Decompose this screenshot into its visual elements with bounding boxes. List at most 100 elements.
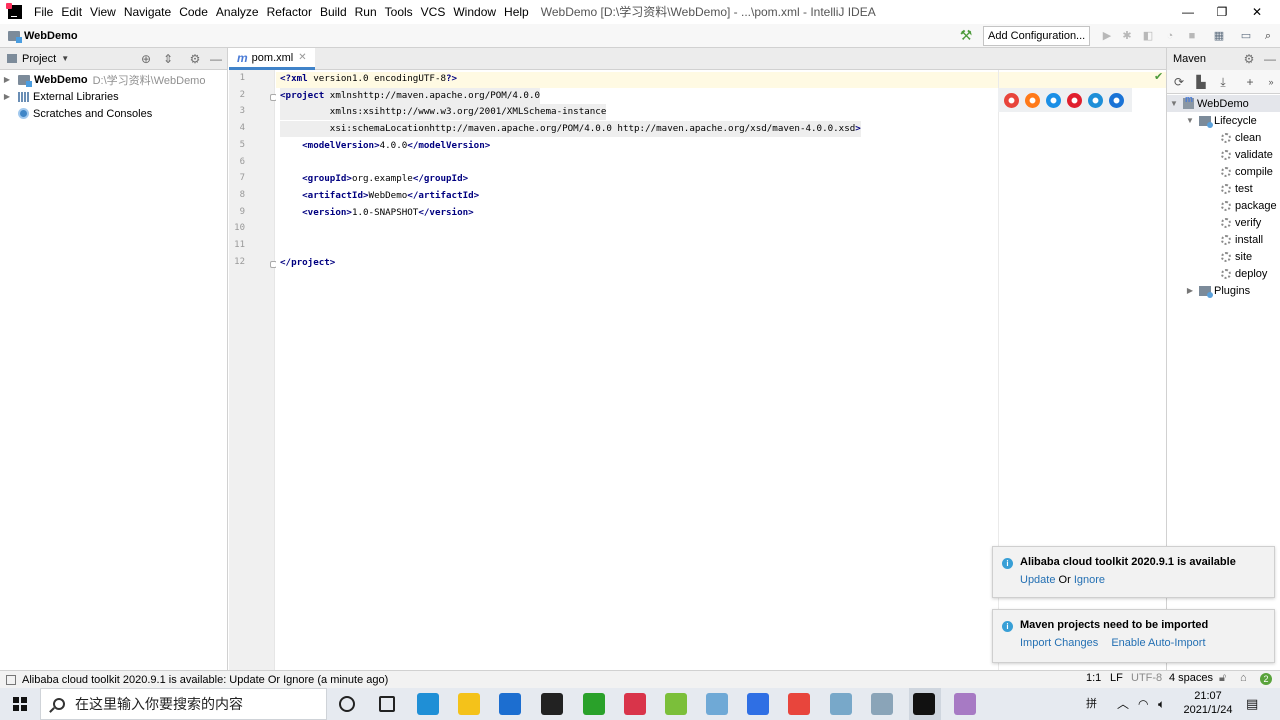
code-line[interactable]: <modelVersion>4.0.0</modelVersion> (280, 138, 490, 154)
gear-icon[interactable]: ⚙ (187, 51, 203, 67)
lock-icon[interactable]: 🔓︎ (1219, 672, 1226, 685)
close-icon[interactable]: ✕ (1234, 0, 1280, 24)
ime-indicator[interactable]: 拼 (1086, 688, 1097, 720)
menu-run[interactable]: Run (351, 0, 381, 24)
volume-icon[interactable]: 🔈︎ (1158, 688, 1165, 720)
maven-plugins[interactable]: ▶ Plugins (1167, 282, 1280, 299)
chrome-icon[interactable] (1004, 92, 1019, 108)
enable-auto-import-link[interactable]: Enable Auto-Import (1111, 637, 1205, 649)
profile-icon[interactable]: ◔ (1161, 27, 1179, 45)
close-tab-icon[interactable]: ✕ (298, 52, 306, 63)
gear-icon[interactable]: ⚙ (1241, 51, 1257, 67)
layout-icon[interactable]: ▭ (1237, 27, 1255, 45)
menu-navigate[interactable]: Navigate (120, 0, 175, 24)
maven-goal-site[interactable]: site (1167, 248, 1280, 265)
hide-panel-icon[interactable]: — (1262, 51, 1278, 67)
project-structure-icon[interactable]: ▦ (1210, 27, 1228, 45)
maven-project-webdemo[interactable]: ▼ WebDemo (1167, 94, 1280, 112)
system-clock[interactable]: 21:07 2021/1/24 (1178, 689, 1238, 717)
menu-refactor[interactable]: Refactor (263, 0, 316, 24)
app-13-icon[interactable] (871, 693, 893, 715)
ignore-link[interactable]: Ignore (1074, 574, 1105, 586)
reimport-icon[interactable]: ⟳ (1171, 74, 1187, 90)
import-changes-link[interactable]: Import Changes (1020, 637, 1098, 649)
start-button[interactable] (0, 688, 40, 720)
download-icon[interactable]: ⤓ (1215, 74, 1231, 90)
maven-goal-compile[interactable]: compile (1167, 163, 1280, 180)
menu-help[interactable]: Help (500, 0, 533, 24)
debug-icon[interactable]: ✱ (1118, 27, 1136, 45)
maven-goal-test[interactable]: test (1167, 180, 1280, 197)
hide-panel-icon[interactable]: — (208, 51, 224, 67)
taskbar-search[interactable]: 在这里输入你要搜索的内容 (40, 688, 327, 720)
tree-item-webdemo[interactable]: ▶ WebDemo D:\学习资料\WebDemo (0, 71, 227, 88)
menu-vcs[interactable]: VCS (417, 0, 450, 24)
app-12-icon[interactable] (830, 693, 852, 715)
chrome-app-icon[interactable] (788, 693, 810, 715)
run-icon[interactable]: ▶ (1098, 27, 1116, 45)
menu-file[interactable]: File (30, 0, 57, 24)
maven-goal-package[interactable]: package (1167, 197, 1280, 214)
store-icon[interactable] (541, 693, 563, 715)
indent-setting[interactable]: 4 spaces (1169, 672, 1213, 684)
code-line[interactable]: <project xmlnshttp://maven.apache.org/PO… (280, 87, 541, 104)
maven-goal-clean[interactable]: clean (1167, 129, 1280, 146)
caret-position[interactable]: 1:1 (1086, 672, 1101, 684)
project-view-selector[interactable]: Project (22, 53, 56, 65)
maven-goal-validate[interactable]: validate (1167, 146, 1280, 163)
paint-icon[interactable] (954, 693, 976, 715)
opera-icon[interactable] (1067, 92, 1082, 108)
menu-tools[interactable]: Tools (381, 0, 417, 24)
chevron-right-icon[interactable]: ▶ (2, 75, 12, 84)
more-icon[interactable]: » (1263, 74, 1279, 90)
code-line[interactable]: <?xml version1.0 encodingUTF-8?> (280, 71, 457, 87)
maven-goal-deploy[interactable]: deploy (1167, 265, 1280, 282)
update-link[interactable]: Update (1020, 574, 1055, 586)
maven-goal-verify[interactable]: verify (1167, 214, 1280, 231)
file-encoding[interactable]: UTF-8 (1131, 672, 1162, 684)
generate-sources-icon[interactable]: ▙ (1193, 74, 1209, 90)
chevron-down-icon[interactable]: ▼ (61, 54, 69, 63)
ie-app-icon[interactable] (583, 693, 605, 715)
menu-edit[interactable]: Edit (57, 0, 86, 24)
event-log-badge[interactable]: 2 (1260, 673, 1272, 685)
notepadpp-icon[interactable] (665, 693, 687, 715)
line-separator[interactable]: LF (1110, 672, 1123, 684)
inspection-ok-icon[interactable]: ✔ (1154, 70, 1163, 83)
tray-expand-icon[interactable]: ︿ (1117, 688, 1129, 720)
locate-icon[interactable]: ⊕ (138, 51, 154, 67)
safari-icon[interactable] (1046, 92, 1061, 108)
maven-lifecycle[interactable]: ▼ Lifecycle (1167, 112, 1280, 129)
tree-item-scratches[interactable]: Scratches and Consoles (0, 105, 227, 122)
code-line[interactable]: xsi:schemaLocationhttp://maven.apache.or… (280, 121, 861, 138)
menu-build[interactable]: Build (316, 0, 351, 24)
code-line[interactable]: <groupId>org.example</groupId> (280, 171, 468, 187)
edge-icon[interactable] (1109, 92, 1124, 108)
chevron-down-icon[interactable]: ▼ (1185, 116, 1195, 125)
tab-pom-xml[interactable]: m pom.xml ✕ (229, 48, 315, 70)
file-explorer-icon[interactable] (458, 693, 480, 715)
breadcrumb-project[interactable]: WebDemo (24, 30, 78, 42)
xmind-icon[interactable] (624, 693, 646, 715)
menu-view[interactable]: View (86, 0, 120, 24)
edge-app-icon[interactable] (417, 693, 439, 715)
chevron-right-icon[interactable]: ▶ (1185, 286, 1195, 295)
mail-icon[interactable] (499, 693, 521, 715)
menu-window[interactable]: Window (449, 0, 500, 24)
cortana-icon[interactable] (339, 696, 355, 712)
tree-item-external-libraries[interactable]: ▶ External Libraries (0, 88, 227, 105)
memory-icon[interactable]: ⌂ (1240, 672, 1247, 684)
stop-icon[interactable]: ■ (1183, 27, 1201, 45)
intellij-icon[interactable] (913, 693, 935, 715)
code-line[interactable]: </project> (280, 255, 335, 271)
chevron-right-icon[interactable]: ▶ (2, 92, 12, 101)
network-icon[interactable]: ◠ (1138, 688, 1148, 720)
maven-goal-install[interactable]: install (1167, 231, 1280, 248)
collapse-all-icon[interactable]: ⇕ (160, 51, 176, 67)
chevron-down-icon[interactable]: ▼ (1169, 99, 1179, 108)
notification-center-icon[interactable]: ▤ (1246, 688, 1258, 720)
add-configuration-button[interactable]: Add Configuration... (983, 26, 1091, 46)
code-line[interactable]: <artifactId>WebDemo</artifactId> (280, 188, 479, 204)
coverage-icon[interactable]: ◧ (1139, 27, 1157, 45)
code-line[interactable]: xmlns:xsihttp://www.w3.org/2001/XMLSchem… (280, 104, 607, 121)
